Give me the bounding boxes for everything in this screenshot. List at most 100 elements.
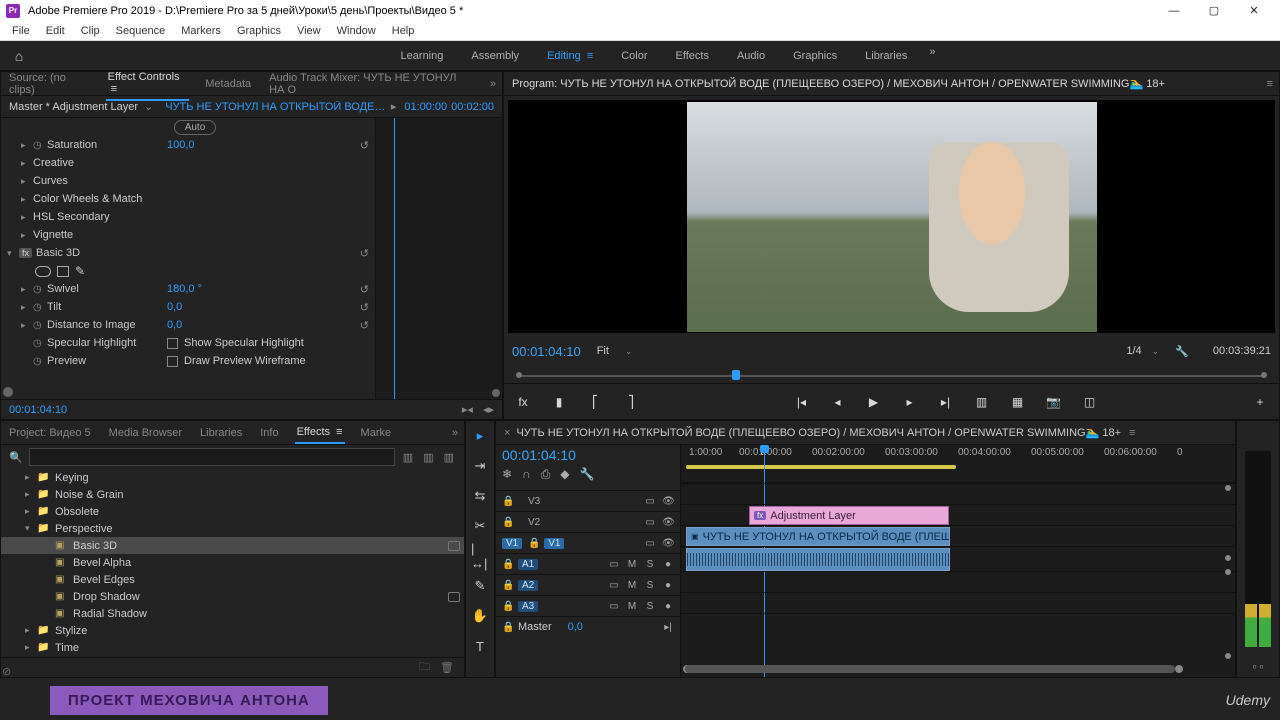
menu-edit[interactable]: Edit: [38, 23, 73, 39]
chevron-down-icon[interactable]: ⌄: [625, 346, 633, 357]
swivel-value[interactable]: 180,0 °: [167, 283, 202, 295]
effects-item[interactable]: ▾📁Perspective: [1, 520, 464, 537]
workspace-assembly[interactable]: Assembly: [457, 46, 533, 66]
track-v1-label[interactable]: V1: [544, 538, 564, 549]
button-editor-icon[interactable]: +: [1251, 393, 1269, 411]
track-row-v1[interactable]: ▣ЧУТЬ НЕ УТОНУЛ НА ОТКРЫТОЙ ВОДЕ (ПЛЕЩЕЕ…: [681, 525, 1235, 546]
play-icon[interactable]: ▸: [387, 100, 401, 113]
effects-item[interactable]: ▣Bevel Alpha: [1, 554, 464, 571]
v-scroll-handle[interactable]: [1225, 653, 1231, 659]
distance-value[interactable]: 0,0: [167, 319, 182, 331]
track-row-a1[interactable]: [681, 546, 1235, 571]
program-tab[interactable]: Program: ЧУТЬ НЕ УТОНУЛ НА ОТКРЫТОЙ ВОДЕ…: [510, 73, 1253, 94]
out-point-icon[interactable]: ⎤: [622, 393, 640, 411]
voice-over-icon[interactable]: ●: [662, 601, 674, 612]
workspace-learning[interactable]: Learning: [387, 46, 458, 66]
menu-view[interactable]: View: [289, 23, 329, 39]
track-a1-label[interactable]: A1: [518, 559, 538, 570]
mute-button[interactable]: M: [626, 580, 638, 591]
twirl-icon[interactable]: ▸: [21, 194, 33, 205]
track-v3-label[interactable]: V3: [524, 496, 544, 507]
effects-item[interactable]: ▣Bevel Edges: [1, 571, 464, 588]
toggle-output-icon[interactable]: ▭: [608, 580, 620, 591]
ellipse-mask-icon[interactable]: [35, 266, 51, 277]
zoom-in-icon[interactable]: ◂▸: [473, 403, 494, 416]
clip-adjustment-layer[interactable]: fxAdjustment Layer: [749, 506, 949, 525]
program-timecode[interactable]: 00:01:04:10: [512, 344, 581, 359]
effects-item[interactable]: ▣Drop Shadow: [1, 588, 464, 605]
hand-tool-icon[interactable]: ✋: [471, 607, 489, 625]
delete-icon[interactable]: 🗑: [440, 661, 454, 674]
close-button[interactable]: ✕: [1234, 1, 1274, 21]
snap-icon[interactable]: ❄: [502, 467, 512, 482]
extract-icon[interactable]: ▦: [1009, 393, 1027, 411]
export-frame-icon[interactable]: 📷: [1045, 393, 1063, 411]
panel-menu-icon[interactable]: ≡: [1129, 427, 1135, 439]
clip-video[interactable]: ▣ЧУТЬ НЕ УТОНУЛ НА ОТКРЫТОЙ ВОДЕ (ПЛЕЩЕЕ…: [686, 527, 950, 546]
effects-item[interactable]: ▸📁Noise & Grain: [1, 486, 464, 503]
stopwatch-icon[interactable]: ◷: [33, 356, 47, 367]
twirl-icon[interactable]: ▾: [7, 248, 19, 259]
marker-icon[interactable]: ◆: [560, 467, 569, 482]
panel-menu-icon[interactable]: ≡: [1267, 78, 1273, 90]
effects-search-input[interactable]: [29, 448, 395, 466]
specular-checkbox[interactable]: [167, 338, 178, 349]
v-scroll-handle[interactable]: [1225, 485, 1231, 491]
lock-icon[interactable]: 🔒: [502, 601, 512, 612]
stopwatch-icon[interactable]: ◷: [33, 338, 47, 349]
menu-help[interactable]: Help: [384, 23, 423, 39]
track-row-v3[interactable]: [681, 483, 1235, 504]
play-icon[interactable]: ▶: [865, 393, 883, 411]
toggle-sync-icon[interactable]: 👁: [662, 496, 674, 507]
workspace-editing[interactable]: Editing ≡: [533, 46, 607, 66]
clip-audio[interactable]: [686, 548, 950, 571]
scrub-handle-left[interactable]: [516, 372, 522, 378]
reset-icon[interactable]: ↺: [360, 139, 369, 152]
voice-over-icon[interactable]: ●: [662, 559, 674, 570]
tab-project[interactable]: Project: Видео 5: [7, 423, 93, 443]
marker-icon[interactable]: ▮: [550, 393, 568, 411]
scrub-handle-right[interactable]: [1261, 372, 1267, 378]
toggle-sync-icon[interactable]: 👁: [662, 517, 674, 528]
menu-graphics[interactable]: Graphics: [229, 23, 289, 39]
lock-icon[interactable]: 🔒: [502, 517, 512, 528]
pen-tool-icon[interactable]: ✎: [471, 577, 489, 595]
track-a2-label[interactable]: A2: [518, 580, 538, 591]
razor-tool-icon[interactable]: ✂: [471, 517, 489, 535]
filter-accel-icon[interactable]: ▥: [401, 451, 415, 464]
toggle-output-icon[interactable]: ▭: [644, 538, 656, 549]
auto-button[interactable]: Auto: [174, 120, 217, 135]
menu-window[interactable]: Window: [329, 23, 384, 39]
go-to-end-icon[interactable]: ▸|: [662, 622, 674, 633]
workspace-overflow-icon[interactable]: »: [929, 46, 935, 66]
settings-icon[interactable]: 🔧: [1169, 345, 1195, 358]
workspace-graphics[interactable]: Graphics: [779, 46, 851, 66]
twirl-icon[interactable]: ▸: [21, 302, 33, 313]
minimize-button[interactable]: —: [1154, 1, 1194, 21]
maximize-button[interactable]: ▢: [1194, 1, 1234, 21]
home-icon[interactable]: ⌂: [8, 45, 30, 67]
effects-item[interactable]: ▣Basic 3D: [1, 537, 464, 554]
solo-button[interactable]: S: [644, 601, 656, 612]
workspace-libraries[interactable]: Libraries: [851, 46, 921, 66]
solo-button[interactable]: S: [644, 559, 656, 570]
scroll-thumb[interactable]: [492, 389, 500, 397]
toggle-output-icon[interactable]: ▭: [608, 559, 620, 570]
chevron-down-icon[interactable]: ⌄: [1152, 346, 1160, 357]
program-scrubber[interactable]: [512, 369, 1271, 383]
program-preview[interactable]: [508, 100, 1275, 333]
menu-sequence[interactable]: Sequence: [108, 23, 174, 39]
menu-markers[interactable]: Markers: [173, 23, 229, 39]
preview-checkbox[interactable]: [167, 356, 178, 367]
zoom-out-icon[interactable]: ▸◂: [462, 403, 473, 416]
tab-media-browser[interactable]: Media Browser: [107, 423, 184, 443]
add-marker-icon[interactable]: fx: [514, 393, 532, 411]
track-a3-label[interactable]: A3: [518, 601, 538, 612]
effects-item[interactable]: ▸📁Obsolete: [1, 503, 464, 520]
chevron-down-icon[interactable]: ⌄: [138, 100, 159, 113]
menu-file[interactable]: File: [4, 23, 38, 39]
type-tool-icon[interactable]: T: [471, 637, 489, 655]
voice-over-icon[interactable]: ●: [662, 580, 674, 591]
effects-item[interactable]: ▣Radial Shadow: [1, 605, 464, 622]
lock-icon[interactable]: 🔒: [528, 538, 538, 549]
